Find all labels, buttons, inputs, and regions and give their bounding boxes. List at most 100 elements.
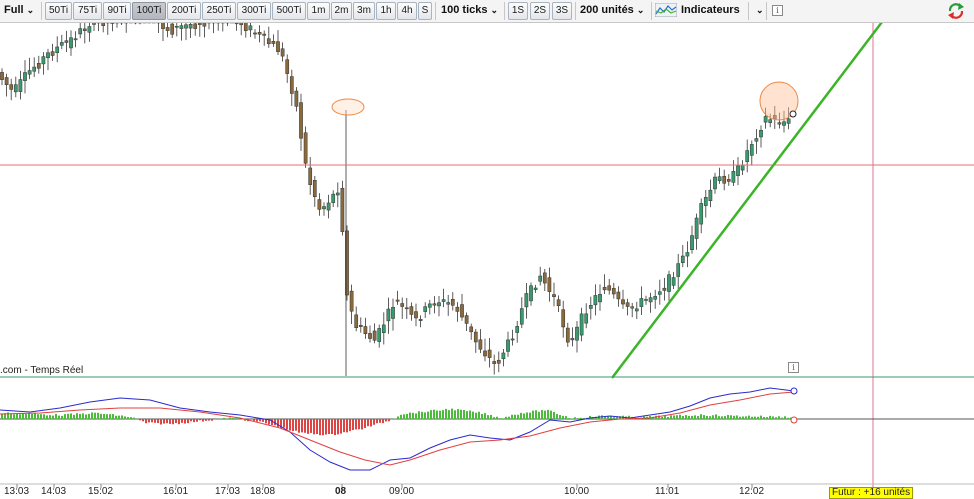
candle-body bbox=[258, 32, 261, 34]
candle-body bbox=[511, 339, 514, 340]
signal-end-marker[interactable] bbox=[791, 417, 797, 423]
candle-body bbox=[189, 24, 192, 28]
histogram-bar bbox=[580, 418, 582, 419]
histogram-bar bbox=[160, 419, 162, 425]
histogram-bar bbox=[379, 419, 381, 423]
timeframe-button-200ti[interactable]: 200Ti bbox=[167, 2, 201, 20]
indicators-menu-chevron[interactable]: ⌄ bbox=[753, 2, 764, 19]
histogram-bar bbox=[118, 416, 120, 419]
candle-body bbox=[387, 309, 390, 321]
timeframe-button-250ti[interactable]: 250Ti bbox=[202, 2, 236, 20]
candle-body bbox=[74, 39, 77, 40]
histogram-bar bbox=[151, 419, 153, 422]
candle-body bbox=[589, 305, 592, 308]
histogram-bar bbox=[256, 419, 258, 422]
timeframe-button-300ti[interactable]: 300Ti bbox=[237, 2, 271, 20]
candle-body bbox=[184, 25, 187, 28]
timeframe-button-75ti[interactable]: 75Ti bbox=[73, 2, 102, 20]
last-price-marker[interactable] bbox=[790, 111, 796, 117]
histogram-bar bbox=[463, 410, 465, 419]
macd-end-marker[interactable] bbox=[791, 388, 797, 394]
timeframe-button-s[interactable]: S bbox=[418, 2, 432, 20]
chart-info-icon[interactable]: i bbox=[788, 362, 799, 373]
mode-dropdown[interactable]: Full⌄ bbox=[4, 2, 34, 19]
units-dropdown[interactable]: 200 unités⌄ bbox=[580, 2, 644, 19]
histogram-bar bbox=[415, 413, 417, 419]
candle-body bbox=[437, 303, 440, 306]
candle-body bbox=[718, 177, 721, 181]
histogram-bar bbox=[487, 415, 489, 419]
histogram-bar bbox=[223, 418, 225, 419]
histogram-bar bbox=[664, 416, 666, 419]
histogram-bar bbox=[145, 419, 147, 423]
histogram-bar bbox=[112, 414, 114, 419]
seconds-button-3s[interactable]: 3S bbox=[552, 2, 572, 20]
histogram-bar bbox=[475, 413, 477, 419]
histogram-bar bbox=[184, 419, 186, 424]
timeframe-button-500ti[interactable]: 500Ti bbox=[272, 2, 306, 20]
candle-body bbox=[359, 325, 362, 326]
candle-body bbox=[686, 252, 689, 256]
timeframe-button-90ti[interactable]: 90Ti bbox=[103, 2, 131, 20]
histogram-bar bbox=[751, 417, 753, 419]
histogram-bar bbox=[517, 415, 519, 419]
histogram-bar bbox=[781, 418, 783, 419]
histogram-bar bbox=[460, 410, 462, 419]
timeframe-button-1h[interactable]: 1h bbox=[376, 2, 396, 20]
histogram-bar bbox=[397, 417, 399, 419]
toolbar-separator bbox=[41, 2, 42, 20]
signal-line bbox=[0, 392, 794, 465]
candle-body bbox=[608, 286, 611, 290]
timeframe-button-2m[interactable]: 2m bbox=[331, 2, 352, 20]
timeframe-button-50ti[interactable]: 50Ti bbox=[45, 2, 72, 20]
candle-body bbox=[603, 287, 606, 290]
time-label-12-02: 12:02 bbox=[739, 486, 764, 497]
highlight-ellipse-low[interactable] bbox=[332, 99, 364, 115]
histogram-bar bbox=[193, 419, 195, 422]
candle-body bbox=[309, 168, 312, 185]
histogram-bar bbox=[172, 419, 174, 424]
timeframe-button-3m[interactable]: 3m bbox=[353, 2, 375, 20]
histogram-bar bbox=[115, 416, 117, 419]
histogram-bar bbox=[313, 419, 315, 434]
candle-body bbox=[253, 33, 256, 34]
timeframe-button-100ti[interactable]: 100Ti bbox=[132, 2, 166, 20]
histogram-bar bbox=[169, 419, 171, 424]
candle-body bbox=[249, 26, 252, 30]
histogram-bar bbox=[769, 416, 771, 419]
seconds-button-1s[interactable]: 1S bbox=[508, 2, 528, 20]
histogram-bar bbox=[718, 416, 720, 419]
histogram-bar bbox=[721, 416, 723, 419]
histogram-bar bbox=[349, 419, 351, 431]
info-icon[interactable]: i bbox=[772, 5, 783, 16]
trendline[interactable] bbox=[612, 22, 882, 378]
histogram-bar bbox=[91, 412, 93, 419]
candle-body bbox=[506, 340, 509, 352]
ticks-dropdown[interactable]: 100 ticks⌄ bbox=[441, 2, 498, 19]
histogram-bar bbox=[346, 419, 348, 432]
histogram-bar bbox=[25, 414, 27, 419]
histogram-bar bbox=[49, 415, 51, 419]
time-label-10-00: 10:00 bbox=[564, 486, 589, 497]
candle-body bbox=[562, 310, 565, 327]
candle-body bbox=[543, 273, 546, 283]
seconds-button-2s[interactable]: 2S bbox=[530, 2, 550, 20]
refresh-arrows-icon[interactable] bbox=[947, 2, 965, 20]
histogram-bar bbox=[472, 412, 474, 419]
candle-body bbox=[355, 315, 358, 328]
histogram-bar bbox=[142, 419, 144, 421]
histogram-bar bbox=[298, 419, 300, 433]
price-chart[interactable] bbox=[0, 0, 974, 497]
timeframe-button-1m[interactable]: 1m bbox=[307, 2, 330, 20]
indicators-dropdown[interactable]: Indicateurs bbox=[655, 2, 740, 19]
candle-body bbox=[571, 338, 574, 340]
histogram-bar bbox=[286, 419, 288, 429]
histogram-bar bbox=[46, 415, 48, 419]
indicator-wave-icon bbox=[655, 3, 677, 17]
histogram-bar bbox=[148, 419, 150, 422]
units-dropdown-label: 200 unités bbox=[580, 4, 634, 16]
candle-body bbox=[322, 207, 325, 209]
histogram-bar bbox=[28, 413, 30, 419]
timeframe-button-4h[interactable]: 4h bbox=[397, 2, 417, 20]
candle-body bbox=[286, 60, 289, 74]
